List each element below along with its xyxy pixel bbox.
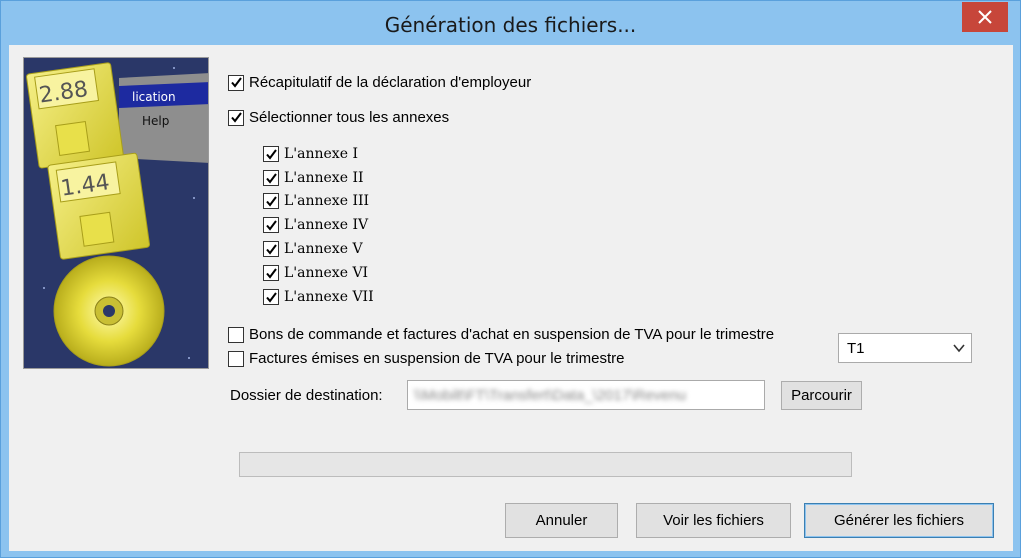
cancel-label: Annuler (535, 512, 588, 529)
recap-checkbox[interactable] (228, 74, 244, 91)
menu-help: Help (142, 114, 169, 128)
annexe-option-7[interactable]: L'annexe VII (263, 289, 374, 305)
close-button[interactable] (962, 2, 1008, 32)
checkmark-icon (265, 195, 277, 207)
annexe-checkbox[interactable] (263, 265, 279, 281)
annexe-option-6[interactable]: L'annexe VI (263, 265, 368, 281)
recap-label: Récapitulatif de la déclaration d'employ… (249, 74, 532, 91)
annexe-option-2[interactable]: L'annexe II (263, 170, 364, 186)
annexe-checkbox[interactable] (263, 170, 279, 186)
progress-bar (239, 452, 852, 477)
annexe-option-4[interactable]: L'annexe IV (263, 217, 368, 233)
bons-label: Bons de commande et factures d'achat en … (249, 326, 775, 343)
destination-path-field[interactable]: \\Mobilt\FT\Transfert\Data_\2017\Revenu (407, 380, 765, 410)
select-all-label: Sélectionner tous les annexes (249, 109, 450, 126)
select-all-checkbox[interactable] (228, 109, 244, 126)
bons-option[interactable]: Bons de commande et factures d'achat en … (228, 326, 774, 343)
annexe-option-5[interactable]: L'annexe V (263, 241, 363, 257)
annexe-option-3[interactable]: L'annexe III (263, 193, 369, 209)
annexe-label: L'annexe VII (284, 289, 374, 305)
factures-label: Factures émises en suspension de TVA pou… (249, 350, 625, 367)
annexe-label: L'annexe V (284, 241, 363, 257)
quarter-select[interactable]: T1 (838, 333, 972, 363)
quarter-value: T1 (847, 339, 865, 357)
checkmark-icon (265, 172, 277, 184)
checkmark-icon (230, 77, 242, 88)
annexe-label: L'annexe III (284, 193, 370, 209)
checkmark-icon (265, 291, 277, 303)
recap-option[interactable]: Récapitulatif de la déclaration d'employ… (228, 74, 531, 91)
annexe-label: L'annexe II (284, 170, 364, 186)
factures-checkbox[interactable] (228, 350, 244, 367)
annexe-label: L'annexe I (284, 146, 358, 162)
cancel-button[interactable]: Annuler (505, 503, 618, 538)
view-files-button[interactable]: Voir les fichiers (636, 503, 791, 538)
close-icon (978, 10, 992, 24)
checkmark-icon (230, 112, 242, 123)
annexe-checkbox[interactable] (263, 146, 279, 162)
annexe-checkbox[interactable] (263, 289, 279, 305)
window-title: Génération des fichiers... (384, 12, 637, 37)
destination-label: Dossier de destination: (230, 387, 383, 404)
destination-path-value: \\Mobilt\FT\Transfert\Data_\2017\Revenu (414, 387, 687, 404)
menu-text: lication (132, 90, 176, 104)
annexe-checkbox[interactable] (263, 241, 279, 257)
checkmark-icon (265, 219, 277, 231)
select-all-option[interactable]: Sélectionner tous les annexes (228, 109, 449, 126)
side-illustration: lication Help 2.88 1.44 (23, 57, 209, 369)
chevron-down-icon (953, 344, 965, 353)
title-bar[interactable]: Génération des fichiers... (1, 1, 1020, 45)
annexe-label: L'annexe VI (284, 265, 369, 281)
annexe-checkbox[interactable] (263, 193, 279, 209)
annexe-checkbox[interactable] (263, 217, 279, 233)
view-files-label: Voir les fichiers (663, 512, 764, 529)
browse-button[interactable]: Parcourir (781, 381, 862, 410)
factures-option[interactable]: Factures émises en suspension de TVA pou… (228, 350, 624, 367)
dialog-body: lication Help 2.88 1.44 Récapitulatif de… (9, 45, 1013, 551)
checkmark-icon (265, 243, 277, 255)
generate-files-label: Générer les fichiers (833, 512, 965, 529)
browse-label: Parcourir (791, 387, 852, 404)
checkmark-icon (265, 267, 277, 279)
disk-illustration: lication Help 2.88 1.44 (24, 58, 208, 368)
annexe-label: L'annexe IV (284, 217, 369, 233)
bons-checkbox[interactable] (228, 326, 244, 343)
checkmark-icon (265, 148, 277, 160)
generate-files-button[interactable]: Générer les fichiers (804, 503, 994, 538)
annexe-option-1[interactable]: L'annexe I (263, 146, 358, 162)
dialog-window: Génération des fichiers... lication Help… (0, 0, 1021, 558)
